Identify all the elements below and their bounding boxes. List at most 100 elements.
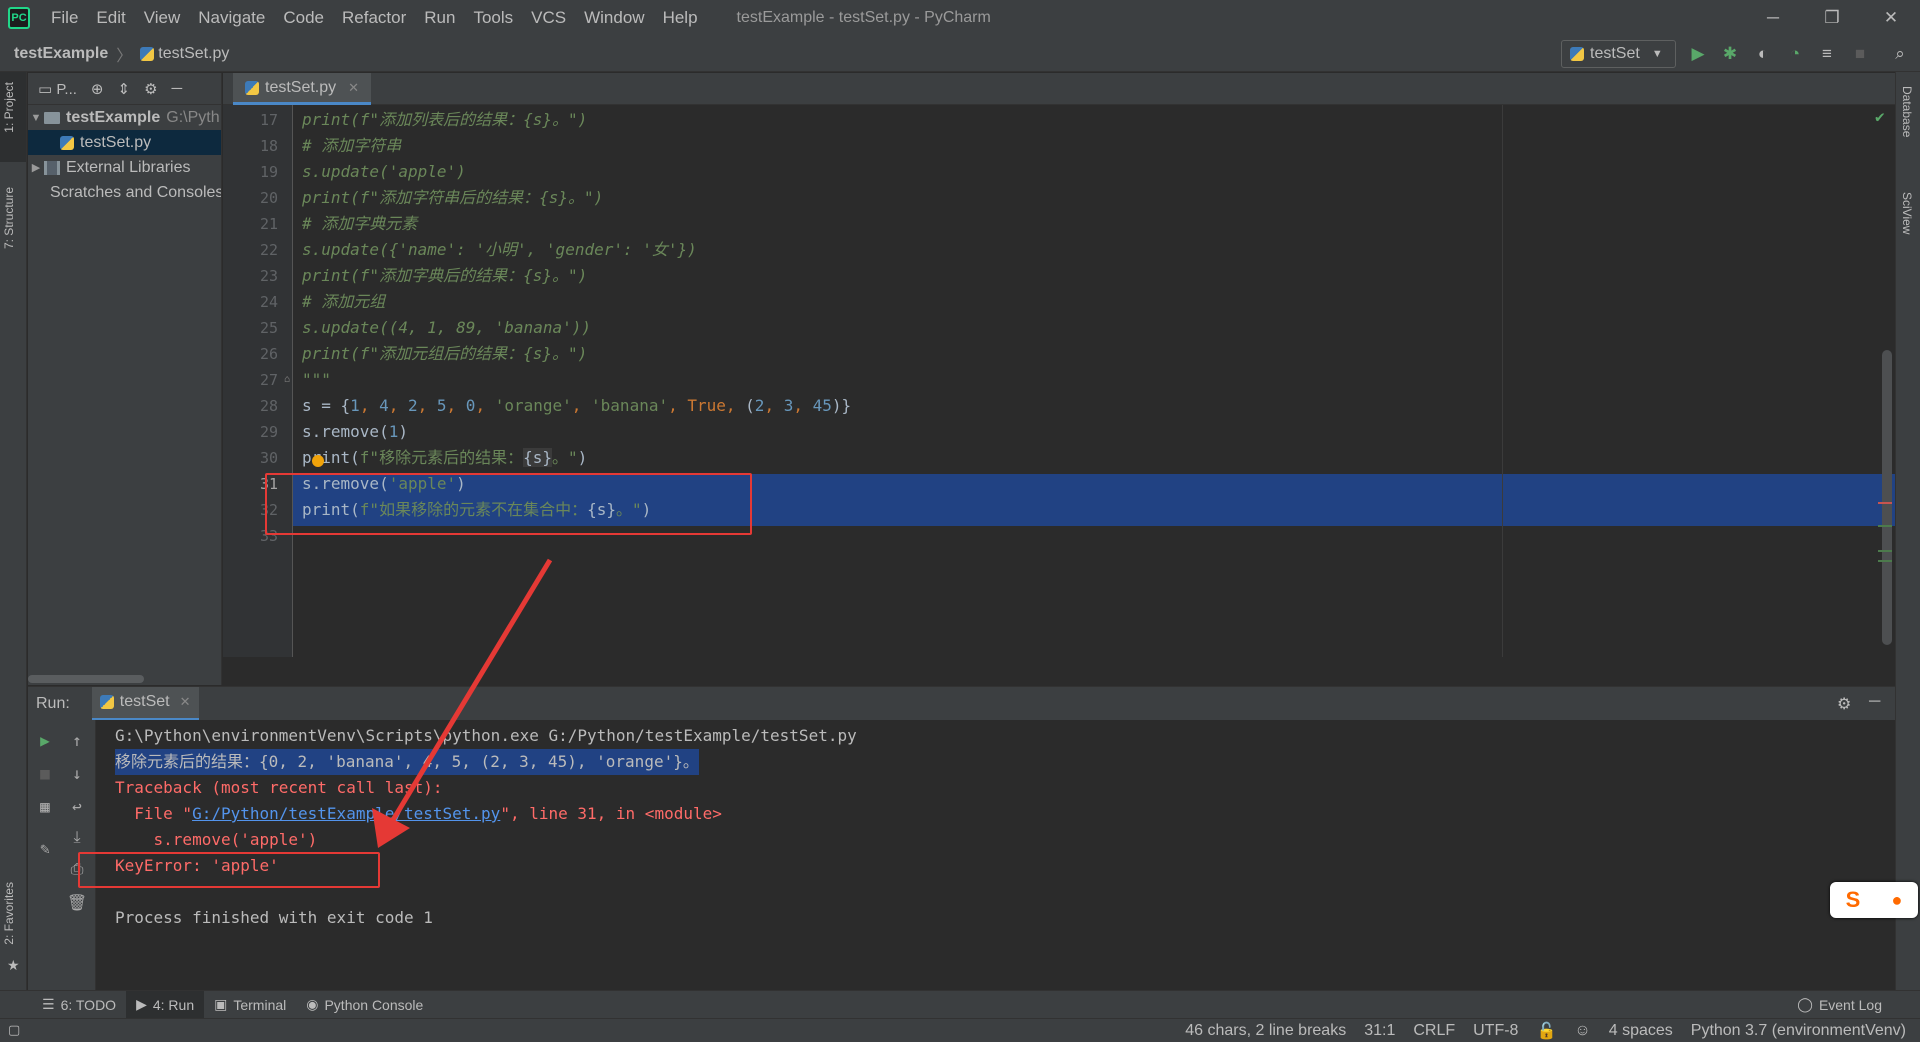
run-config-label: testSet xyxy=(1590,45,1640,62)
annotation-box-error xyxy=(78,852,380,888)
run-config-selector[interactable]: testSet ▼ xyxy=(1561,40,1676,68)
menu-help[interactable]: Help xyxy=(654,0,707,36)
minimize-panel-icon[interactable]: ─ xyxy=(1869,693,1880,711)
menu-file[interactable]: File xyxy=(42,0,87,36)
lock-icon[interactable]: 🔓 xyxy=(1536,1021,1556,1041)
token: 0 xyxy=(465,396,476,415)
stop-icon[interactable]: ■ xyxy=(1848,42,1872,66)
stripe-tab-database[interactable]: Database xyxy=(1900,86,1914,137)
token: {s} xyxy=(523,448,552,467)
run-icon[interactable]: ▶ xyxy=(1686,42,1710,66)
menu-tools[interactable]: Tools xyxy=(464,0,522,36)
tool-label: 6: TODO xyxy=(60,996,117,1013)
layout-icon[interactable]: ▦ xyxy=(34,795,56,817)
close-button[interactable]: ✕ xyxy=(1862,0,1920,36)
soft-wrap-icon[interactable]: ↩ xyxy=(66,795,88,817)
status-indent[interactable]: 4 spaces xyxy=(1609,1022,1673,1040)
tree-item-project[interactable]: ▼ testExample G:\Pyth xyxy=(28,105,221,130)
status-interpreter[interactable]: Python 3.7 (environmentVenv) xyxy=(1691,1022,1906,1040)
restore-button[interactable]: ❐ xyxy=(1803,0,1861,36)
folder-icon: ▭ xyxy=(38,80,57,98)
status-encoding[interactable]: UTF-8 xyxy=(1473,1022,1518,1040)
code-line-18: # 添加字符串 xyxy=(302,136,402,155)
sogou-logo-icon: S xyxy=(1845,887,1861,912)
expand-down-icon[interactable]: ▼ xyxy=(28,112,44,124)
tree-item-file[interactable]: testSet.py xyxy=(28,130,221,155)
project-hscrollbar[interactable] xyxy=(28,675,144,683)
menu-edit[interactable]: Edit xyxy=(87,0,134,36)
project-view-selector[interactable]: ▭ P... xyxy=(38,80,77,98)
line-number: 21 xyxy=(259,215,278,233)
breadcrumb-file[interactable]: testSet.py xyxy=(158,45,229,63)
search-icon[interactable]: ⌕ xyxy=(1888,42,1912,66)
coverage-icon[interactable]: ◐ xyxy=(1751,42,1775,66)
intention-bulb-icon[interactable] xyxy=(312,455,324,467)
status-position[interactable]: 31:1 xyxy=(1364,1022,1395,1040)
close-tab-icon[interactable]: ✕ xyxy=(348,80,359,96)
concurrency-icon[interactable]: ≡ xyxy=(1815,42,1839,66)
info-stripe-mark[interactable] xyxy=(1878,560,1892,562)
tool-todo[interactable]: ☰ 6: TODO xyxy=(32,991,126,1019)
gear-icon[interactable]: ⚙ xyxy=(1837,694,1851,714)
inspector-icon[interactable]: ☺ xyxy=(1574,1022,1590,1040)
profile-icon[interactable]: ◔ xyxy=(1783,42,1807,66)
tree-item-scratches[interactable]: Scratches and Consoles xyxy=(28,180,221,205)
editor-vscrollbar[interactable] xyxy=(1882,350,1892,645)
tool-event-log[interactable]: ◯ Event Log xyxy=(1787,991,1892,1019)
menu-vcs[interactable]: VCS xyxy=(522,0,575,36)
trash-icon[interactable]: 🗑 xyxy=(66,891,88,913)
menu-window[interactable]: Window xyxy=(575,0,653,36)
locate-icon[interactable]: ⊕ xyxy=(91,80,104,98)
folder-icon xyxy=(44,111,60,124)
console-file-link[interactable]: G:/Python/testExample/testSet.py xyxy=(192,804,500,823)
down-arrow-icon[interactable]: ↓ xyxy=(66,762,88,784)
tool-python-console[interactable]: ◉ Python Console xyxy=(296,991,433,1019)
chevron-down-icon: ▼ xyxy=(1651,48,1663,60)
rerun-icon[interactable]: ▶ xyxy=(34,729,56,751)
gear-icon[interactable]: ⚙ xyxy=(144,80,157,98)
token: s.remove( xyxy=(302,422,389,441)
breadcrumb-project[interactable]: testExample xyxy=(14,45,108,63)
code-line-25: s.update((4, 1, 89, 'banana')) xyxy=(302,318,591,337)
stripe-tab-structure[interactable]: 7: Structure xyxy=(2,187,16,249)
menu-refactor[interactable]: Refactor xyxy=(333,0,415,36)
up-arrow-icon[interactable]: ↑ xyxy=(66,729,88,751)
error-stripe-mark[interactable] xyxy=(1878,502,1892,504)
tree-item-external-libraries[interactable]: ▶ External Libraries xyxy=(28,155,221,180)
tool-run[interactable]: ▶ 4: Run xyxy=(126,990,205,1019)
info-stripe-mark[interactable] xyxy=(1878,550,1892,552)
token: = { xyxy=(311,396,351,415)
collapse-all-icon[interactable]: ⇕ xyxy=(118,80,131,98)
code-editor[interactable]: 17 18 19 20 21 22 23 24 25 26 27 28 29 3… xyxy=(223,105,1895,657)
menu-code[interactable]: Code xyxy=(274,0,333,36)
run-tab-testset[interactable]: testSet ✕ xyxy=(91,686,199,721)
hide-icon[interactable]: ─ xyxy=(172,80,183,97)
fold-marker-icon[interactable]: ⌂ xyxy=(284,374,290,385)
tab-testset[interactable]: testSet.py ✕ xyxy=(233,73,372,105)
console-line-code: s.remove('apple') xyxy=(115,830,318,849)
library-icon xyxy=(44,160,60,175)
close-tab-icon[interactable]: ✕ xyxy=(180,694,191,710)
pin-icon[interactable]: ✎ xyxy=(34,837,56,859)
python-file-icon xyxy=(99,695,114,709)
tool-terminal[interactable]: ▣ Terminal xyxy=(204,991,296,1019)
expand-right-icon[interactable]: ▶ xyxy=(28,161,44,174)
info-stripe-mark[interactable] xyxy=(1878,525,1892,527)
right-tool-stripe: Database SciView xyxy=(1895,72,1920,990)
stripe-tab-favorites[interactable]: 2: Favorites xyxy=(2,882,16,945)
debug-icon[interactable]: ✱ xyxy=(1718,42,1742,66)
ime-widget[interactable]: S ● xyxy=(1830,882,1918,918)
status-line-separator[interactable]: CRLF xyxy=(1413,1022,1455,1040)
toggle-tool-windows-icon[interactable]: ▢ xyxy=(8,1022,20,1038)
inspection-ok-icon[interactable]: ✔ xyxy=(1875,107,1885,126)
menu-run[interactable]: Run xyxy=(415,0,464,36)
code-line-30: print(f"移除元素后的结果：{s}。") xyxy=(302,445,587,471)
menu-navigate[interactable]: Navigate xyxy=(189,0,274,36)
scroll-to-end-icon[interactable]: ⤓ xyxy=(66,826,88,848)
stop-icon[interactable]: ■ xyxy=(34,762,56,784)
stripe-tab-sciview[interactable]: SciView xyxy=(1900,192,1914,234)
stripe-tab-project[interactable]: 1: Project xyxy=(2,82,16,133)
minimize-button[interactable]: ─ xyxy=(1744,0,1802,36)
line-number: 24 xyxy=(259,293,278,311)
menu-view[interactable]: View xyxy=(135,0,190,36)
